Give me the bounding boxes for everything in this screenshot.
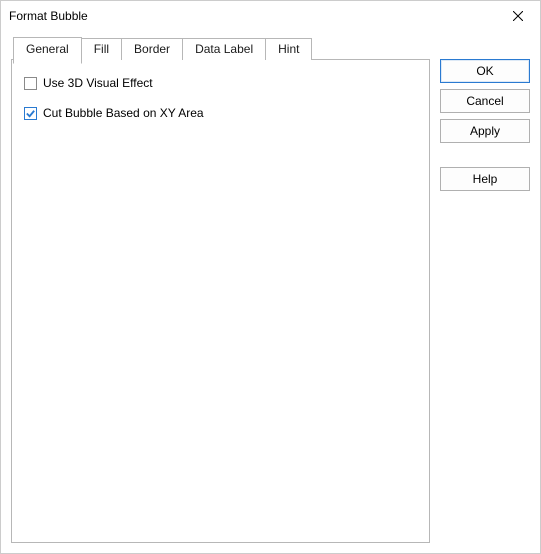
window-title: Format Bubble <box>9 9 496 23</box>
tab-data-label[interactable]: Data Label <box>182 38 266 60</box>
tab-border[interactable]: Border <box>121 38 183 60</box>
dialog-body: General Fill Border Data Label Hint Use … <box>1 31 540 553</box>
tab-fill[interactable]: Fill <box>81 38 122 60</box>
title-bar: Format Bubble <box>1 1 540 31</box>
cut-bubble-checkbox[interactable] <box>24 107 37 120</box>
button-gap <box>440 149 530 161</box>
tab-panel-general: Use 3D Visual Effect Cut Bubble Based on… <box>11 59 430 543</box>
tab-hint[interactable]: Hint <box>265 38 312 60</box>
help-button[interactable]: Help <box>440 167 530 191</box>
tab-strip: General Fill Border Data Label Hint <box>13 37 430 59</box>
check-icon <box>25 108 36 119</box>
left-pane: General Fill Border Data Label Hint Use … <box>11 37 430 543</box>
use-3d-label: Use 3D Visual Effect <box>43 76 153 90</box>
use-3d-row: Use 3D Visual Effect <box>24 76 417 90</box>
use-3d-checkbox[interactable] <box>24 77 37 90</box>
cut-bubble-label: Cut Bubble Based on XY Area <box>43 106 204 120</box>
cut-bubble-row: Cut Bubble Based on XY Area <box>24 106 417 120</box>
close-button[interactable] <box>496 1 540 31</box>
button-column: OK Cancel Apply Help <box>440 37 530 543</box>
ok-button[interactable]: OK <box>440 59 530 83</box>
cancel-button[interactable]: Cancel <box>440 89 530 113</box>
apply-button[interactable]: Apply <box>440 119 530 143</box>
dialog-window: Format Bubble General Fill Border Data L… <box>0 0 541 554</box>
close-icon <box>513 11 523 21</box>
tab-general[interactable]: General <box>13 37 82 64</box>
